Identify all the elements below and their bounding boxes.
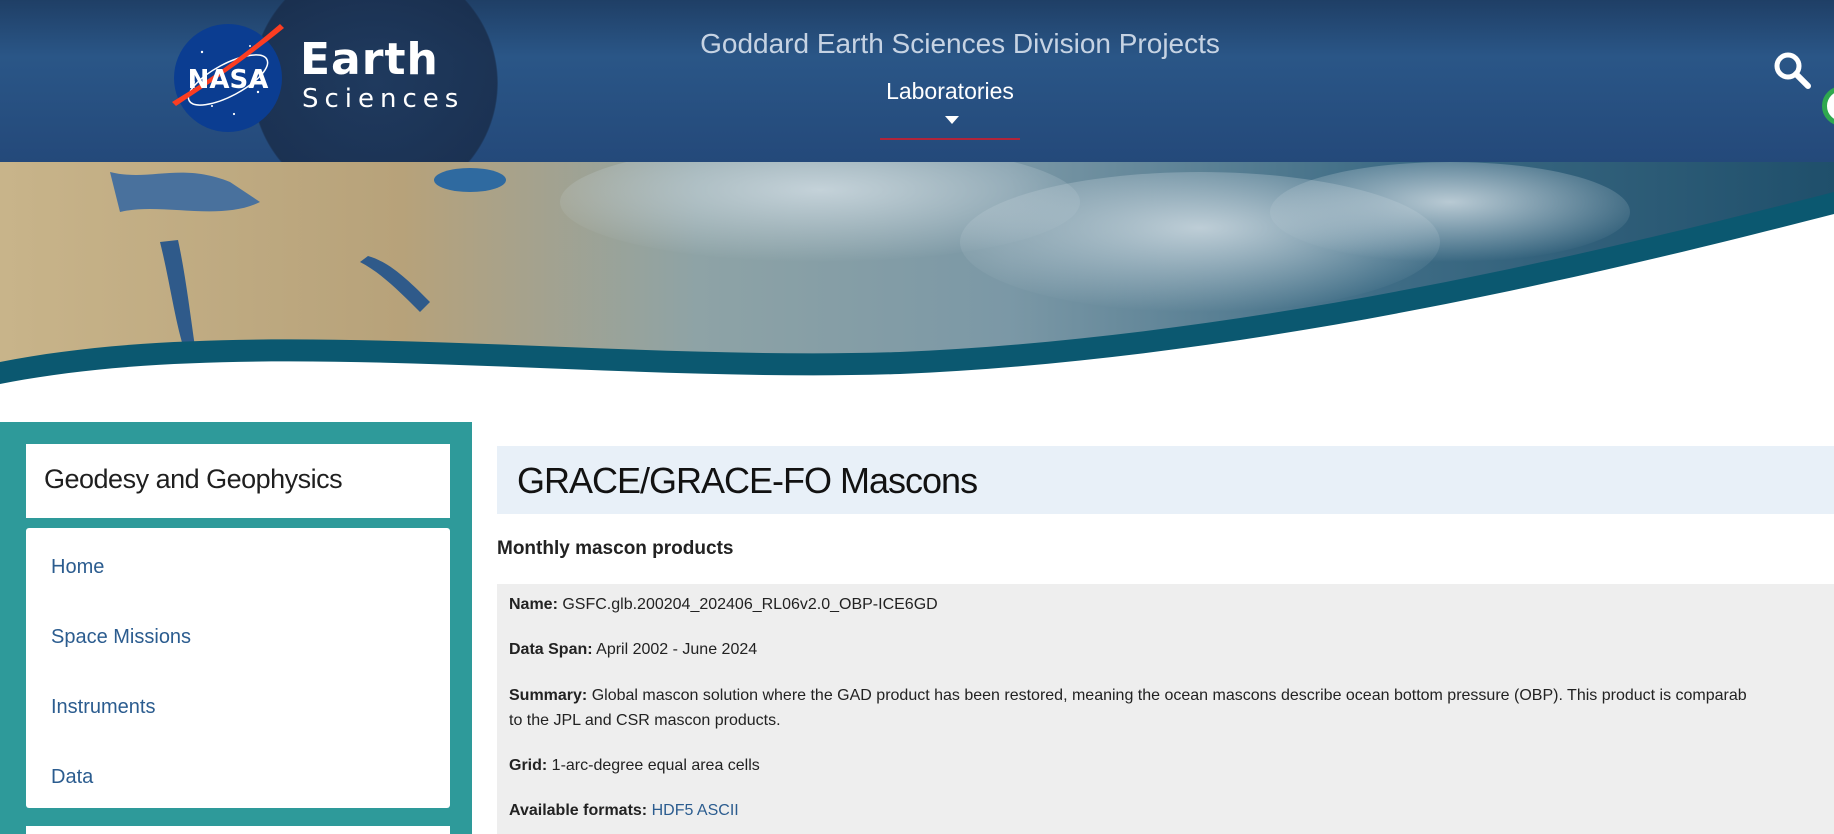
sidebar-item-instruments[interactable]: Instruments — [51, 696, 155, 719]
product-formats-row: Available formats: HDF5 ASCII — [509, 798, 739, 824]
format-link-ascii[interactable]: ASCII — [697, 802, 739, 819]
nav-laboratories-dropdown[interactable]: Laboratories — [880, 78, 1020, 140]
sidebar-item-home[interactable]: Home — [51, 556, 104, 579]
page-title-box: GRACE/GRACE-FO Mascons — [497, 446, 1834, 514]
sidebar-next-box — [26, 826, 450, 834]
sidebar: Geodesy and Geophysics Home Space Missio… — [0, 422, 472, 834]
site-header: NASA Earth Sciences Goddard Earth Scienc… — [0, 0, 1834, 162]
sidebar-title-box: Geodesy and Geophysics — [26, 444, 450, 518]
product-formats-label: Available formats: — [509, 802, 648, 819]
product-summary-row: Summary: Global mascon solution where th… — [509, 683, 1747, 709]
product-name-value: GSFC.glb.200204_202406_RL06v2.0_OBP-ICE6… — [562, 596, 938, 613]
site-title[interactable]: Goddard Earth Sciences Division Projects — [700, 28, 1220, 60]
product-summary-label: Summary: — [509, 687, 588, 704]
page: NASA Earth Sciences Goddard Earth Scienc… — [0, 0, 1834, 834]
earth-banner-image — [0, 162, 1834, 402]
nasa-meatball-icon: NASA — [172, 24, 284, 132]
nasa-earth-sciences-logo[interactable]: NASA Earth Sciences — [172, 22, 458, 134]
product-name-row: Name: GSFC.glb.200204_202406_RL06v2.0_OB… — [509, 592, 938, 618]
sidebar-menu: Home Space Missions Instruments Data — [26, 528, 450, 808]
product-grid-value: 1-arc-degree equal area cells — [551, 757, 760, 774]
format-link-hdf5[interactable]: HDF5 — [652, 802, 694, 819]
page-title: GRACE/GRACE-FO Mascons — [517, 460, 978, 501]
nasa-wordmark: NASA — [188, 65, 269, 95]
sidebar-item-space-missions[interactable]: Space Missions — [51, 626, 191, 649]
product-name-label: Name: — [509, 596, 558, 613]
product-span-value: April 2002 - June 2024 — [596, 641, 758, 658]
product-span-row: Data Span: April 2002 - June 2024 — [509, 637, 757, 663]
product-grid-label: Grid: — [509, 757, 548, 774]
logo-earth-text: Earth — [300, 34, 439, 85]
product-grid-row: Grid: 1-arc-degree equal area cells — [509, 753, 760, 779]
accessibility-icon[interactable] — [1822, 86, 1834, 126]
logo-sciences-text: Sciences — [302, 84, 465, 114]
product-summary-text-2: to the JPL and CSR mascon products. — [509, 712, 781, 729]
product-summary-text: Global mascon solution where the GAD pro… — [591, 687, 1747, 704]
search-icon[interactable] — [1772, 50, 1812, 90]
nav-laboratories-label: Laboratories — [886, 78, 1014, 104]
sidebar-title[interactable]: Geodesy and Geophysics — [44, 464, 343, 495]
product-details-box: Name: GSFC.glb.200204_202406_RL06v2.0_OB… — [497, 584, 1834, 834]
product-summary-row-2: to the JPL and CSR mascon products. — [509, 708, 781, 734]
section-subtitle: Monthly mascon products — [497, 538, 734, 559]
product-span-label: Data Span: — [509, 641, 593, 658]
caret-down-icon — [945, 115, 959, 124]
sidebar-item-data[interactable]: Data — [51, 766, 93, 789]
